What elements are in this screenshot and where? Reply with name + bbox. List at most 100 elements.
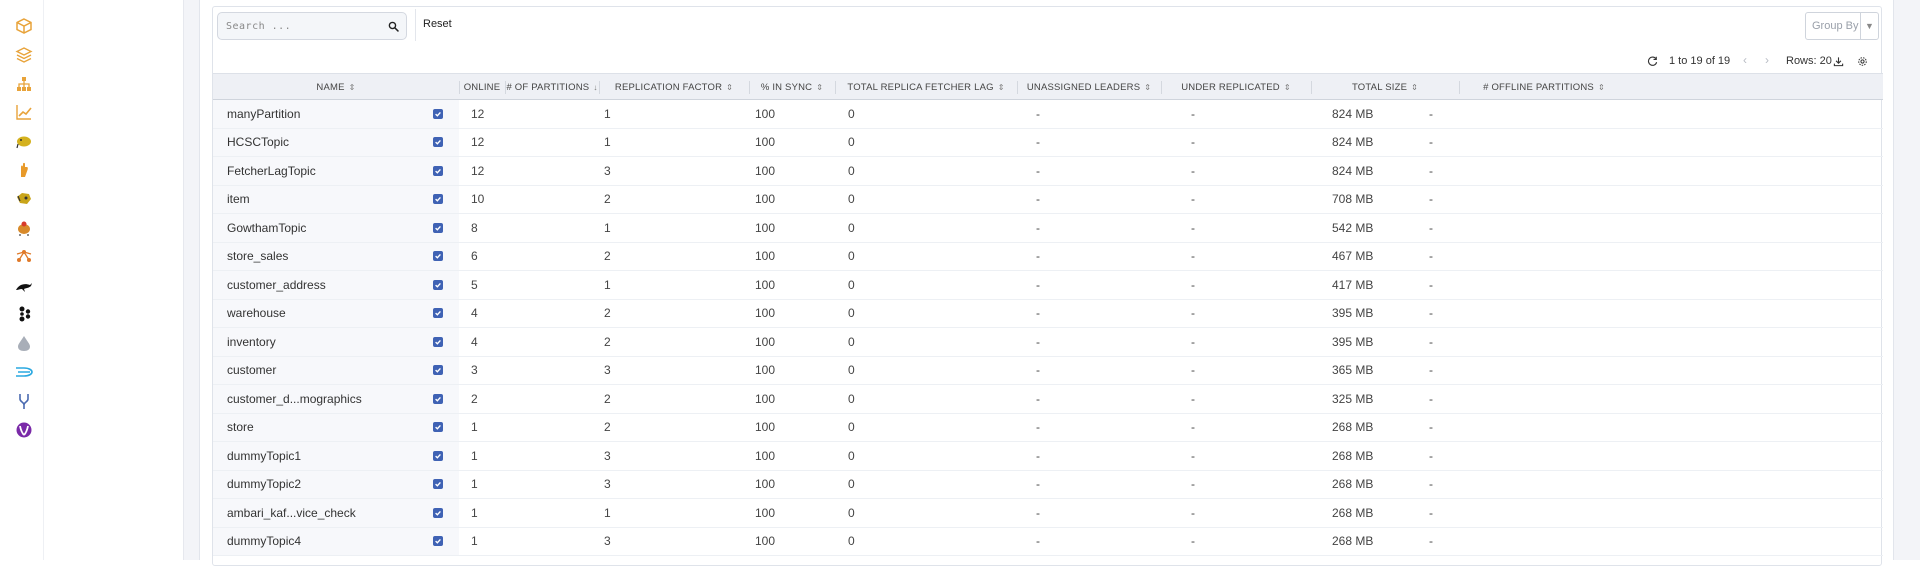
dolphin-icon[interactable]: [14, 276, 34, 296]
online-checkbox[interactable]: [433, 108, 443, 119]
online-checkbox[interactable]: [433, 536, 443, 547]
column-header-online[interactable]: ONLINE: [459, 74, 505, 100]
rows-per-page[interactable]: Rows: 20: [1786, 55, 1832, 67]
yarn-icon[interactable]: [14, 420, 34, 440]
topic-name-cell[interactable]: customer_address: [213, 271, 459, 299]
chevron-down-icon[interactable]: ▼: [1860, 13, 1878, 39]
table-row[interactable]: warehouse 4 2 100 0 - - 395 MB -: [213, 299, 1883, 328]
drop-icon[interactable]: [14, 333, 34, 353]
column-header-underrep[interactable]: UNDER REPLICATED ⇕: [1161, 74, 1311, 100]
topic-name-cell[interactable]: FetcherLagTopic: [213, 157, 459, 185]
topic-name-cell[interactable]: dummyTopic1: [213, 442, 459, 470]
column-header-replication[interactable]: REPLICATION FACTOR ⇕: [599, 74, 749, 100]
column-divider[interactable]: [1161, 81, 1162, 94]
online-checkbox[interactable]: [433, 222, 443, 233]
hive-icon[interactable]: [14, 188, 34, 208]
table-row[interactable]: store 1 2 100 0 - - 268 MB -: [213, 413, 1883, 442]
table-row[interactable]: ambari_kaf...vice_check 1 1 100 0 - - 268 MB -: [213, 499, 1883, 528]
layers-icon[interactable]: [14, 45, 34, 65]
table-row[interactable]: HCSCTopic 12 1 100 0 - - 824 MB -: [213, 128, 1883, 157]
group-by-select[interactable]: Group By ▼: [1805, 12, 1879, 40]
sort-icon[interactable]: ⇕: [726, 83, 733, 92]
sort-icon[interactable]: ⇕: [1144, 83, 1151, 92]
kafka-icon[interactable]: [14, 304, 34, 324]
column-divider[interactable]: [1311, 81, 1312, 94]
topic-name-cell[interactable]: manyPartition: [213, 100, 459, 128]
sort-icon[interactable]: ↓: [593, 83, 597, 92]
package-icon[interactable]: [14, 16, 34, 36]
topic-name-cell[interactable]: inventory: [213, 328, 459, 356]
sort-icon[interactable]: ⇕: [998, 83, 1005, 92]
online-checkbox[interactable]: [433, 479, 443, 490]
hadoop-elephant-icon[interactable]: [14, 131, 34, 151]
table-row[interactable]: FetcherLagTopic 12 3 100 0 - - 824 MB -: [213, 157, 1883, 186]
topic-name-cell[interactable]: item: [213, 185, 459, 213]
online-checkbox[interactable]: [433, 251, 443, 262]
online-checkbox[interactable]: [433, 308, 443, 319]
topic-name-cell[interactable]: dummyTopic4: [213, 527, 459, 555]
table-row[interactable]: inventory 4 2 100 0 - - 395 MB -: [213, 328, 1883, 357]
table-row[interactable]: customer 3 3 100 0 - - 365 MB -: [213, 356, 1883, 385]
table-row[interactable]: GowthamTopic 8 1 100 0 - - 542 MB -: [213, 214, 1883, 243]
online-checkbox[interactable]: [433, 279, 443, 290]
column-header-partitions[interactable]: # OF PARTITIONS ↓: [505, 74, 599, 100]
topic-name-cell[interactable]: customer_d...mographics: [213, 385, 459, 413]
column-divider[interactable]: [835, 81, 836, 94]
sort-icon[interactable]: ⇕: [1284, 83, 1291, 92]
sort-icon[interactable]: ⇕: [349, 83, 356, 92]
table-row[interactable]: store_sales 6 2 100 0 - - 467 MB -: [213, 242, 1883, 271]
table-row[interactable]: customer_address 5 1 100 0 - - 417 MB -: [213, 271, 1883, 300]
topic-name-cell[interactable]: warehouse: [213, 299, 459, 327]
gear-icon[interactable]: [1857, 54, 1868, 72]
chevron-left-icon[interactable]: ‹: [1743, 53, 1747, 67]
sort-icon[interactable]: ⇕: [816, 83, 823, 92]
online-checkbox[interactable]: [433, 450, 443, 461]
hierarchy-icon[interactable]: [14, 74, 34, 94]
pig-icon[interactable]: [14, 218, 34, 238]
table-row[interactable]: item 10 2 100 0 - - 708 MB -: [213, 185, 1883, 214]
reset-button[interactable]: Reset: [423, 18, 452, 30]
column-divider[interactable]: [505, 81, 506, 94]
online-checkbox[interactable]: [433, 365, 443, 376]
topic-name-cell[interactable]: GowthamTopic: [213, 214, 459, 242]
online-checkbox[interactable]: [433, 336, 443, 347]
column-header-offline[interactable]: # OFFLINE PARTITIONS ⇕: [1459, 74, 1629, 100]
search-input[interactable]: [226, 20, 386, 32]
topic-name-cell[interactable]: dummyTopic2: [213, 470, 459, 498]
speed-icon[interactable]: [14, 362, 34, 382]
column-header-insync[interactable]: % IN SYNC ⇕: [749, 74, 835, 100]
online-checkbox[interactable]: [433, 165, 443, 176]
online-checkbox[interactable]: [433, 194, 443, 205]
online-checkbox[interactable]: [433, 393, 443, 404]
table-row[interactable]: dummyTopic2 1 3 100 0 - - 268 MB -: [213, 470, 1883, 499]
chevron-right-icon[interactable]: ›: [1765, 53, 1769, 67]
topic-name-cell[interactable]: store_sales: [213, 242, 459, 270]
table-row[interactable]: dummyTopic4 1 3 100 0 - - 268 MB -: [213, 527, 1883, 556]
nodes-icon[interactable]: [14, 246, 34, 266]
hand-icon[interactable]: [14, 160, 34, 180]
column-header-lag[interactable]: TOTAL REPLICA FETCHER LAG ⇕: [835, 74, 1017, 100]
trend-chart-icon[interactable]: [14, 102, 34, 122]
topic-name-cell[interactable]: HCSCTopic: [213, 128, 459, 156]
online-checkbox[interactable]: [433, 422, 443, 433]
online-checkbox[interactable]: [433, 507, 443, 518]
column-header-size[interactable]: TOTAL SIZE ⇕: [1311, 74, 1459, 100]
refresh-icon[interactable]: [1647, 54, 1658, 72]
column-header-name[interactable]: NAME ⇕: [213, 74, 459, 100]
table-row[interactable]: manyPartition 12 1 100 0 - - 824 MB -: [213, 100, 1883, 129]
table-row[interactable]: customer_d...mographics 2 2 100 0 - - 325 MB -: [213, 385, 1883, 414]
column-header-unassigned[interactable]: UNASSIGNED LEADERS ⇕: [1017, 74, 1161, 100]
sort-icon[interactable]: ⇕: [1411, 83, 1418, 92]
column-divider[interactable]: [749, 81, 750, 94]
sort-icon[interactable]: ⇕: [1598, 83, 1605, 92]
search-icon[interactable]: [386, 19, 400, 33]
column-divider[interactable]: [1459, 81, 1460, 94]
table-row[interactable]: dummyTopic1 1 3 100 0 - - 268 MB -: [213, 442, 1883, 471]
online-checkbox[interactable]: [433, 137, 443, 148]
topic-name-cell[interactable]: customer: [213, 356, 459, 384]
column-divider[interactable]: [599, 81, 600, 94]
column-divider[interactable]: [1017, 81, 1018, 94]
topic-name-cell[interactable]: store: [213, 413, 459, 441]
topic-name-cell[interactable]: ambari_kaf...vice_check: [213, 499, 459, 527]
column-divider[interactable]: [459, 81, 460, 94]
